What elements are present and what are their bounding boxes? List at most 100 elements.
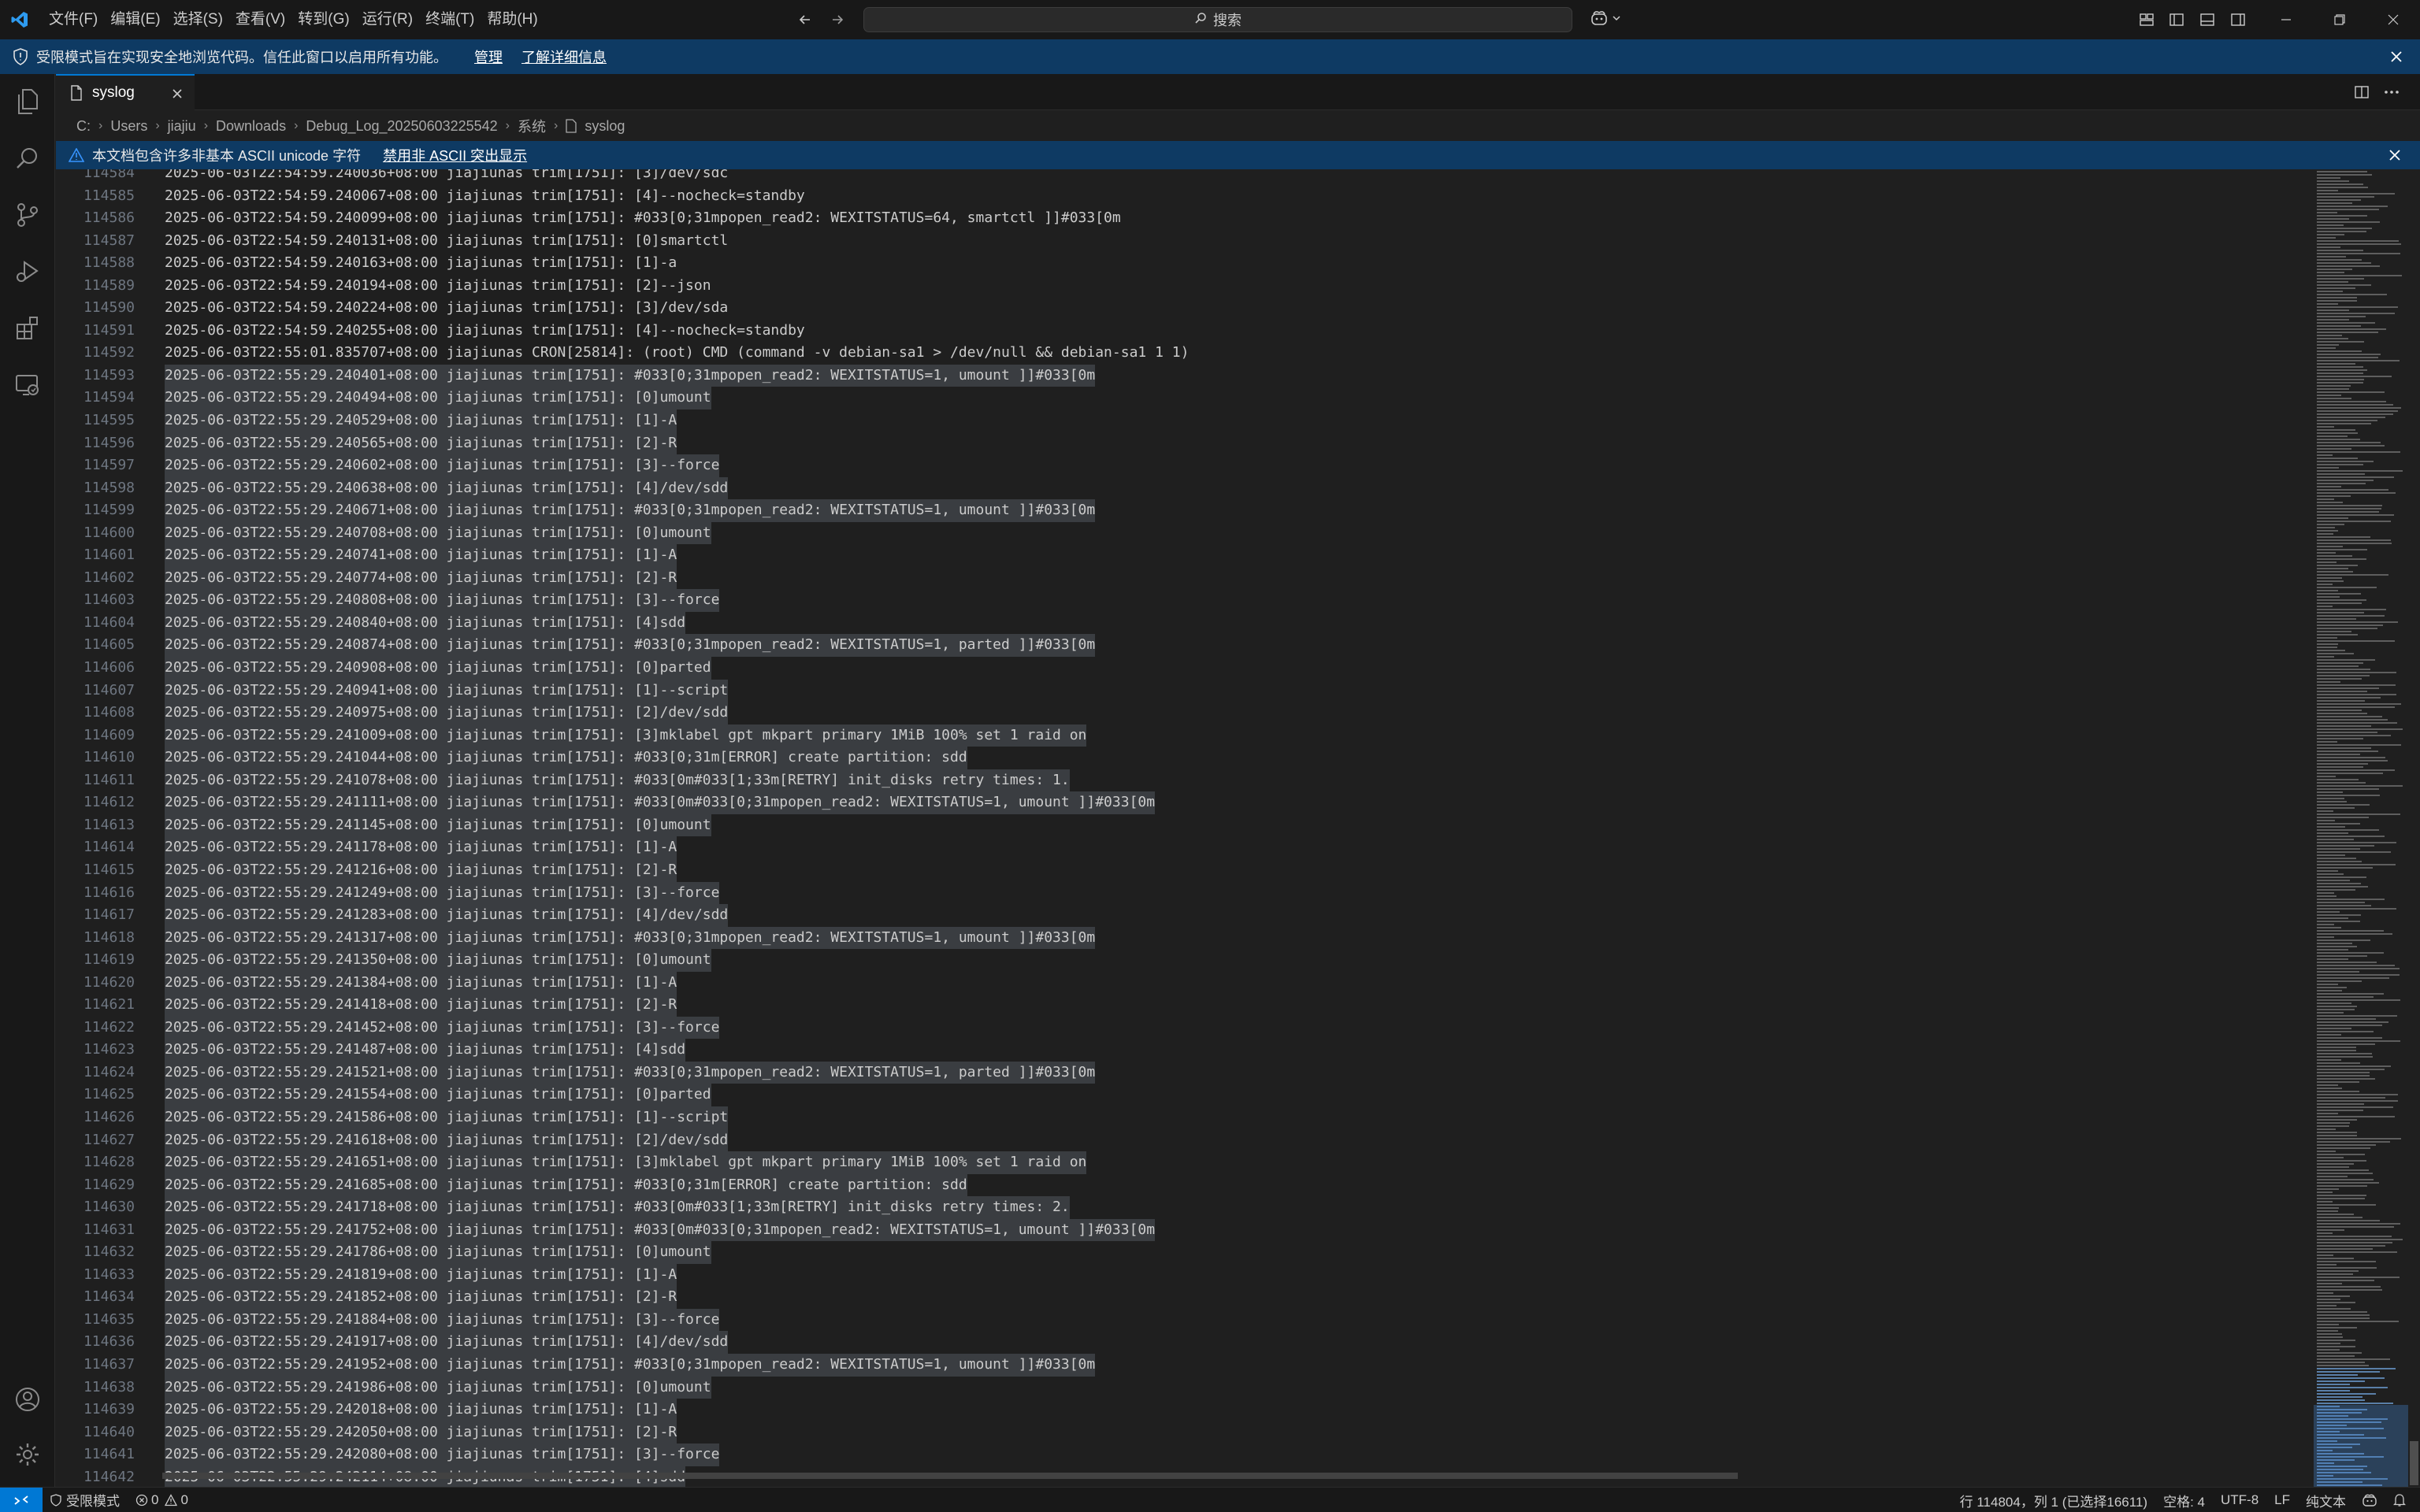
back-arrow-icon[interactable] [792, 6, 818, 33]
code-line[interactable]: 114641 2025-06-03T22:55:29.242080+08:00 j… [56, 1443, 720, 1466]
extensions-icon[interactable] [0, 301, 55, 356]
code-line[interactable]: 114591 2025-06-03T22:54:59.240255+08:00 j… [56, 320, 805, 343]
code-line[interactable]: 114632 2025-06-03T22:55:29.241786+08:00 j… [56, 1241, 711, 1264]
remote-explorer-icon[interactable] [0, 358, 55, 413]
indentation-status[interactable]: 空格: 4 [2155, 1488, 2213, 1512]
menu-selection[interactable]: 选择(S) [167, 6, 229, 33]
menu-edit[interactable]: 编辑(E) [104, 6, 166, 33]
code-line[interactable]: 114592 2025-06-03T22:55:01.835707+08:00 j… [56, 342, 1189, 365]
code-line[interactable]: 1146422025-06-03T22:55:29.242114+08:00 j… [56, 1466, 686, 1487]
code-line[interactable]: 114586 2025-06-03T22:54:59.240099+08:00 j… [56, 207, 1121, 230]
tab-syslog[interactable]: syslog [56, 74, 195, 110]
code-line[interactable]: 114630 2025-06-03T22:55:29.241718+08:00 j… [56, 1196, 1070, 1219]
code-line[interactable]: 114590 2025-06-03T22:54:59.240224+08:00 j… [56, 297, 728, 320]
menu-go[interactable]: 转到(G) [291, 6, 355, 33]
learn-more-link[interactable]: 了解详细信息 [521, 46, 607, 67]
close-icon[interactable] [2385, 146, 2404, 165]
code-line[interactable]: 114634 2025-06-03T22:55:29.241852+08:00 j… [56, 1286, 677, 1309]
breadcrumb-item[interactable]: jiajiu [168, 118, 196, 135]
menu-file[interactable]: 文件(F) [43, 6, 104, 33]
editor-text-area[interactable]: 114584 2025-06-03T22:54:59.240036+08:00 j… [56, 169, 2314, 1487]
code-line[interactable]: 114589 2025-06-03T22:54:59.240194+08:00 j… [56, 275, 711, 298]
disable-non-ascii-highlight-link[interactable]: 禁用非 ASCII 突出显示 [383, 145, 527, 165]
eol-status[interactable]: LF [2266, 1488, 2298, 1512]
minimap-slider[interactable] [2314, 1405, 2408, 1487]
code-line[interactable]: 114612 2025-06-03T22:55:29.241111+08:00 j… [56, 791, 1156, 814]
search-view-icon[interactable] [0, 131, 55, 186]
code-line[interactable]: 114629 2025-06-03T22:55:29.241685+08:00 j… [56, 1173, 967, 1197]
code-line[interactable]: 114608 2025-06-03T22:55:29.240975+08:00 j… [56, 702, 729, 724]
code-line[interactable]: 114618 2025-06-03T22:55:29.241317+08:00 j… [56, 926, 1096, 950]
menu-run[interactable]: 运行(R) [356, 6, 419, 33]
code-line[interactable]: 114613 2025-06-03T22:55:29.241145+08:00 j… [56, 813, 711, 837]
restore-icon[interactable] [2313, 0, 2366, 39]
close-icon[interactable] [169, 86, 185, 102]
notifications-bell-icon[interactable] [2385, 1488, 2414, 1512]
code-line[interactable]: 114624 2025-06-03T22:55:29.241521+08:00 j… [56, 1061, 1096, 1084]
breadcrumb-item[interactable]: Downloads [216, 118, 286, 135]
forward-arrow-icon[interactable] [824, 6, 851, 33]
menu-view[interactable]: 查看(V) [229, 6, 291, 33]
language-mode-status[interactable]: 纯文本 [2298, 1488, 2354, 1512]
minimap[interactable] [2314, 169, 2408, 1487]
restricted-mode-status[interactable]: 受限模式 [43, 1488, 128, 1512]
close-window-icon[interactable] [2366, 0, 2420, 39]
code-line[interactable]: 114588 2025-06-03T22:54:59.240163+08:00 j… [56, 252, 677, 275]
account-icon[interactable] [0, 1372, 55, 1427]
code-line[interactable]: 114599 2025-06-03T22:55:29.240671+08:00 j… [56, 499, 1096, 522]
toggle-primary-sidebar-icon[interactable] [2164, 8, 2189, 32]
code-line[interactable]: 114611 2025-06-03T22:55:29.241078+08:00 j… [56, 769, 1070, 792]
breadcrumb-item[interactable]: 系统 [518, 116, 546, 136]
copilot-status-icon[interactable] [2354, 1488, 2385, 1512]
code-line[interactable]: 114633 2025-06-03T22:55:29.241819+08:00 j… [56, 1263, 677, 1287]
menu-help[interactable]: 帮助(H) [481, 6, 544, 33]
code-line[interactable]: 114601 2025-06-03T22:55:29.240741+08:00 j… [56, 544, 677, 567]
code-line[interactable]: 114622 2025-06-03T22:55:29.241452+08:00 j… [56, 1016, 720, 1040]
code-line[interactable]: 114610 2025-06-03T22:55:29.241044+08:00 j… [56, 747, 967, 769]
code-line[interactable]: 114616 2025-06-03T22:55:29.241249+08:00 j… [56, 881, 720, 905]
close-icon[interactable] [2387, 47, 2406, 66]
code-line[interactable]: 114628 2025-06-03T22:55:29.241651+08:00 j… [56, 1151, 1087, 1174]
minimize-icon[interactable] [2259, 0, 2313, 39]
encoding-status[interactable]: UTF-8 [2213, 1488, 2266, 1512]
code-line[interactable]: 114631 2025-06-03T22:55:29.241752+08:00 j… [56, 1218, 1156, 1242]
remote-indicator-icon[interactable] [0, 1487, 43, 1512]
vertical-scrollbar[interactable] [2408, 169, 2420, 1487]
code-line[interactable]: 114606 2025-06-03T22:55:29.240908+08:00 j… [56, 657, 711, 680]
code-line[interactable]: 114614 2025-06-03T22:55:29.241178+08:00 j… [56, 836, 677, 859]
code-line[interactable]: 114636 2025-06-03T22:55:29.241917+08:00 j… [56, 1331, 729, 1354]
code-line[interactable]: 114595 2025-06-03T22:55:29.240529+08:00 j… [56, 410, 677, 432]
split-editor-icon[interactable] [2349, 80, 2374, 104]
code-line[interactable]: 114626 2025-06-03T22:55:29.241586+08:00 j… [56, 1106, 729, 1129]
problems-status[interactable]: 0 0 [128, 1488, 196, 1512]
code-line[interactable]: 114627 2025-06-03T22:55:29.241618+08:00 j… [56, 1128, 729, 1152]
code-line[interactable]: 114593 2025-06-03T22:55:29.240401+08:00 j… [56, 364, 1096, 387]
code-line[interactable]: 114615 2025-06-03T22:55:29.241216+08:00 j… [56, 858, 677, 882]
code-line[interactable]: 114621 2025-06-03T22:55:29.241418+08:00 j… [56, 994, 677, 1017]
toggle-panel-icon[interactable] [2195, 8, 2220, 32]
code-line[interactable]: 114638 2025-06-03T22:55:29.241986+08:00 j… [56, 1376, 711, 1399]
code-line[interactable]: 114585 2025-06-03T22:54:59.240067+08:00 j… [56, 185, 805, 208]
copilot-button[interactable] [1585, 8, 1626, 32]
breadcrumb-item[interactable]: C: [76, 118, 91, 135]
code-line[interactable]: 114597 2025-06-03T22:55:29.240602+08:00 j… [56, 454, 720, 477]
code-line[interactable]: 114640 2025-06-03T22:55:29.242050+08:00 j… [56, 1421, 677, 1444]
code-line[interactable]: 114594 2025-06-03T22:55:29.240494+08:00 j… [56, 387, 711, 410]
code-line[interactable]: 114609 2025-06-03T22:55:29.241009+08:00 j… [56, 724, 1087, 747]
horizontal-scrollbar-thumb[interactable] [162, 1473, 1738, 1479]
code-line[interactable]: 114625 2025-06-03T22:55:29.241554+08:00 j… [56, 1084, 711, 1106]
manage-link[interactable]: 管理 [474, 46, 503, 67]
breadcrumb-item[interactable]: Debug_Log_20250603225542 [306, 118, 497, 135]
toggle-secondary-sidebar-icon[interactable] [2225, 8, 2251, 32]
code-line[interactable]: 114596 2025-06-03T22:55:29.240565+08:00 j… [56, 432, 677, 455]
command-center-search[interactable]: 搜索 [863, 7, 1572, 32]
code-line[interactable]: 114619 2025-06-03T22:55:29.241350+08:00 j… [56, 949, 711, 972]
code-line[interactable]: 114637 2025-06-03T22:55:29.241952+08:00 j… [56, 1353, 1096, 1377]
code-line[interactable]: 114607 2025-06-03T22:55:29.240941+08:00 j… [56, 679, 729, 702]
cursor-position[interactable]: 行 114804，列 1 (已选择16611) [1952, 1488, 2155, 1512]
code-line[interactable]: 114620 2025-06-03T22:55:29.241384+08:00 j… [56, 971, 677, 995]
code-line[interactable]: 114603 2025-06-03T22:55:29.240808+08:00 j… [56, 589, 720, 612]
gear-icon[interactable] [0, 1427, 55, 1482]
code-line[interactable]: 114639 2025-06-03T22:55:29.242018+08:00 j… [56, 1399, 677, 1421]
code-line[interactable]: 114587 2025-06-03T22:54:59.240131+08:00 j… [56, 230, 728, 253]
